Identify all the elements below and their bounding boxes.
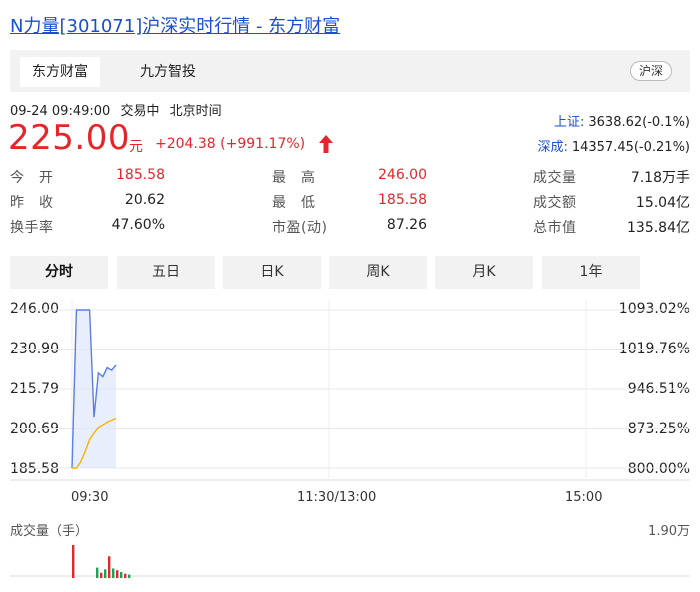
volume-bar [120,571,123,578]
volume-bar [116,570,119,578]
volume-bar [96,567,99,578]
volume-max-label: 1.90万 [648,524,690,539]
volume-bar [108,556,111,578]
x-tick: 15:00 [565,490,603,505]
volume-bar [104,569,107,578]
volume-chart-title: 成交量（手） [10,524,89,539]
volume-bar [72,545,75,578]
volume-bar [112,568,115,578]
volume-bar [100,572,103,578]
x-tick: 09:30 [71,490,109,505]
volume-bar [128,574,131,578]
volume-bar [124,573,127,578]
x-tick: 11:30/13:00 [297,490,377,505]
